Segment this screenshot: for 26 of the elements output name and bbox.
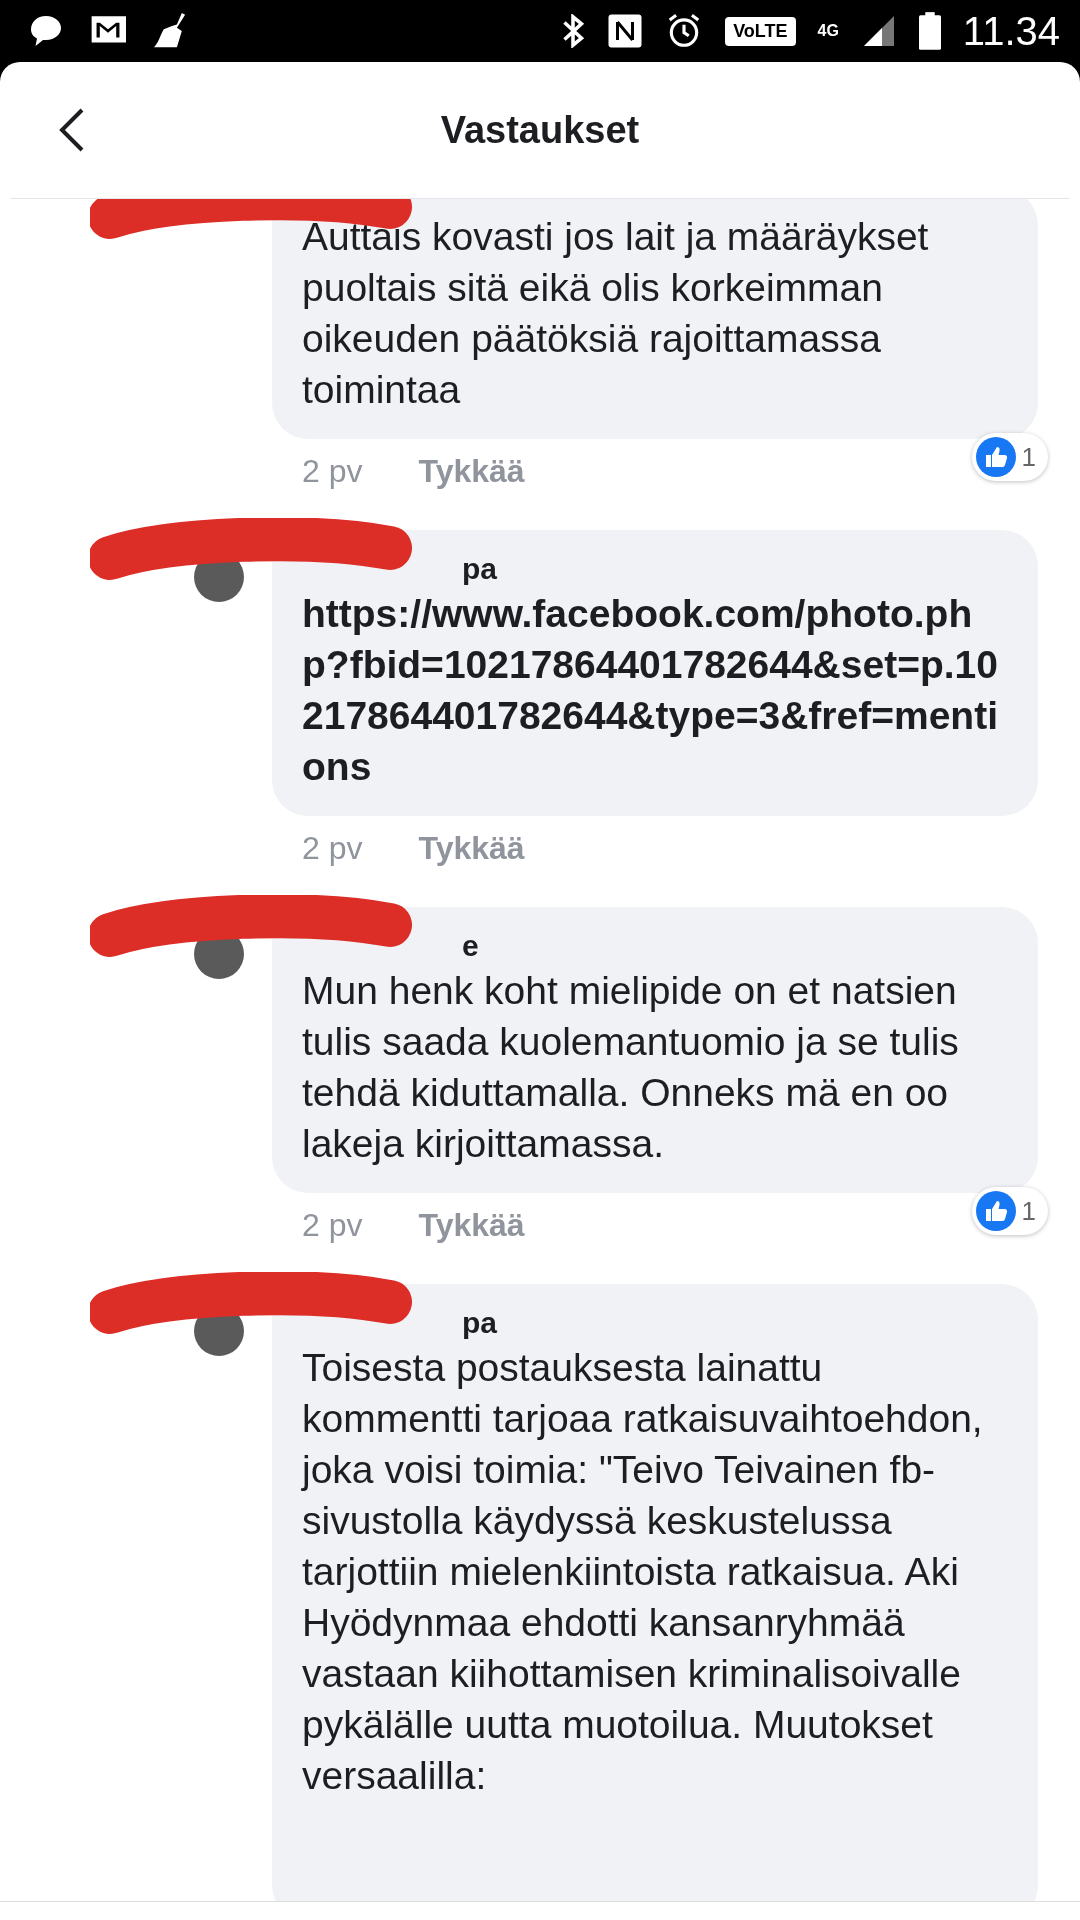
comment-time: 2 pv: [302, 453, 363, 490]
reaction-count: 1: [1021, 1195, 1036, 1227]
nfc-icon: [607, 13, 644, 49]
battery-icon: [918, 12, 941, 50]
comment-text: Auttais kovasti jos lait ja määräykset puoltais sitä eikä olis korkeimman oikeuden päätöksiä rajoittamassa toimintaa: [302, 214, 930, 413]
bluetooth-icon: [561, 14, 586, 48]
reaction-badge[interactable]: 1: [971, 1187, 1048, 1235]
comment-time: 2 pv: [302, 1207, 363, 1244]
author-name[interactable]: e: [302, 929, 1008, 963]
reaction-badge[interactable]: 1: [971, 433, 1048, 481]
like-button[interactable]: Tykkää: [418, 453, 525, 490]
volte-indicator: VoLTE: [725, 16, 796, 46]
comment-text: Mun henk koht mielipide on et natsien tulis saada kuolemantuomio ja se tulis tehdä kiduttamalla. Onneks mä en oo lakeja kirjoittamassa.: [302, 968, 960, 1167]
comment-text: https://www.facebook.com/photo.php?fbid=10217864401782644&set=p.10217864401782644&type=3&fref=mentions: [302, 591, 999, 790]
author-name[interactable]: pa: [302, 552, 1008, 586]
page-title: Vastaukset: [440, 108, 640, 152]
like-button[interactable]: Tykkää: [418, 830, 525, 867]
reaction-count: 1: [1021, 441, 1036, 473]
like-button[interactable]: Tykkää: [418, 1207, 525, 1244]
thumbs-up-icon: [975, 437, 1016, 477]
comment-text: Toisesta postauksesta lainattu kommentti tarjoaa ratkaisuvaihtoehdon, joka voisi toimia: "Teivo Teivainen fb-sivustolla käydyssä keskustelussa tarjottiin mielenkiintoista ratkaisua. Aki Hyödynmaa ehdotti kansanryhmää vastaan kiihottamisen kriminalisoivalle pykälälle uutta muotoilua. Muutokset versaalilla:: [302, 1345, 984, 1799]
clock-time: 11.34: [962, 8, 1060, 54]
network-type: 4G: [817, 22, 839, 40]
comment-time: 2 pv: [302, 830, 363, 867]
thumbs-up-icon: [975, 1191, 1016, 1231]
author-name[interactable]: pa: [302, 1306, 1008, 1340]
